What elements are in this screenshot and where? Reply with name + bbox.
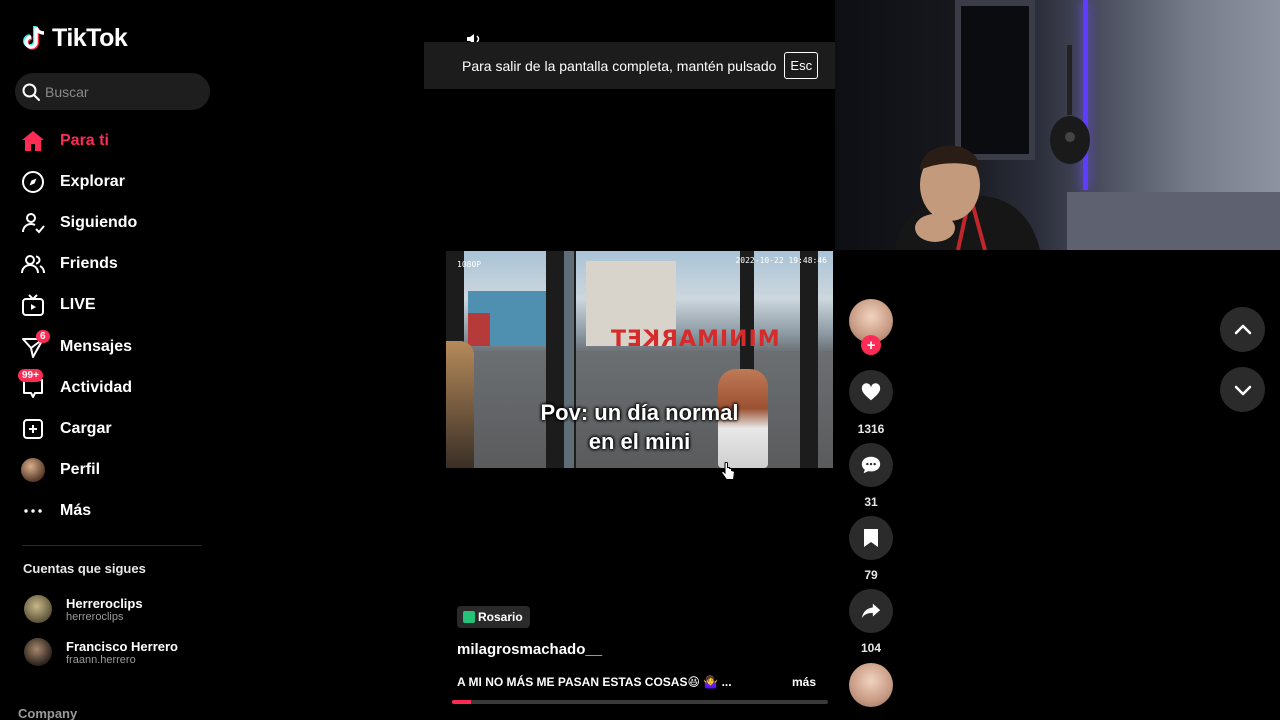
save-count: 79 [864,568,878,582]
search-input[interactable]: Buscar [15,73,210,110]
nav-label: Para ti [60,131,109,149]
share-count: 104 [860,641,882,655]
upload-plus-icon [20,416,46,442]
nav-label: Friends [60,255,118,273]
share-button[interactable] [849,589,893,633]
paper-plane-icon: 6 [20,329,50,360]
video-scene-wall [468,313,490,346]
nav-label: Cargar [60,419,112,437]
bookmark-icon [864,529,878,547]
tiktok-note-icon [23,25,45,50]
following-title: Cuentas que sigues [23,561,146,576]
account-handle: fraann.herrero [66,653,136,666]
followed-account[interactable]: Francisco Herrero fraann.herrero [24,638,178,666]
nav-item-cargar[interactable]: Cargar [20,408,220,449]
like-button[interactable] [849,370,893,414]
share-arrow-icon [861,603,881,619]
location-tag[interactable]: Rosario [457,606,530,628]
account-avatar [24,595,52,623]
nav-label: Mensajes [60,337,133,355]
nav-label: Perfil [60,461,101,479]
location-pin-icon [463,611,475,623]
comment-count: 31 [864,495,878,509]
video-hud-resolution: 1080P [457,260,482,269]
account-handle: herreroclips [66,610,124,623]
account-avatar [24,638,52,666]
follow-button[interactable]: + [861,335,881,355]
video-description: A MI NO MÁS ME PASAN ESTAS COSAS😆 🤷‍♀️ .… [457,675,732,689]
nav-item-mensajes[interactable]: 6 Mensajes [20,326,220,367]
previous-video-button[interactable] [1220,307,1265,352]
location-label: Rosario [478,610,523,624]
nav-item-perfil[interactable]: Perfil [20,450,220,491]
nav-item-explorar[interactable]: Explorar [20,161,220,202]
video-progress-bar[interactable] [452,700,828,704]
more-dots-icon [20,498,46,524]
nav-label: Más [60,502,92,520]
followed-account[interactable]: Herreroclips herreroclips [24,595,143,623]
chevron-down-icon [1234,385,1251,395]
logo-text: TikTok [52,24,128,52]
streamer-image [895,145,1040,250]
webcam-bed [1067,192,1280,250]
video-player[interactable]: MINIMARKET 1080P 2022-10-22 19:48:46 Pov… [446,251,833,468]
chevron-up-icon [1234,324,1251,334]
sidebar: TikTok Buscar Para ti Explorar Siguiendo [0,0,226,720]
see-more-link[interactable]: más [792,675,816,689]
nav-item-mas[interactable]: Más [20,491,220,532]
nav-item-friends[interactable]: Friends [20,244,220,285]
caption-line: Pov: un día normal [540,400,739,425]
save-button[interactable] [849,516,893,560]
caption-line: en el mini [588,429,691,454]
esc-key-hint: Esc [784,52,819,79]
account-name: Herreroclips [66,595,143,611]
nav-item-actividad[interactable]: 99+ Actividad [18,367,220,408]
tiktok-logo[interactable]: TikTok [22,24,128,53]
sidebar-divider [22,545,202,546]
heart-icon [861,383,881,401]
next-video-button[interactable] [1220,367,1265,412]
nav-label: Actividad [60,378,133,396]
nav-label: Explorar [60,172,125,190]
search-placeholder: Buscar [45,83,89,100]
comment-button[interactable] [849,443,893,487]
search-icon [22,83,40,101]
messages-badge: 6 [36,329,50,343]
profile-avatar [20,457,46,483]
live-tv-icon [20,292,46,318]
activity-icon: 99+ [18,368,46,401]
author-username[interactable]: milagrosmachado__ [457,641,602,658]
nav-item-para-ti[interactable]: Para ti [20,120,220,161]
footer-company-link[interactable]: Company [18,706,77,720]
comment-icon [861,456,881,474]
video-hud-timestamp: 2022-10-22 19:48:46 [735,256,827,265]
account-name: Francisco Herrero [66,638,178,654]
user-follow-icon [20,210,46,236]
hand-cursor-icon [720,461,736,490]
main-nav: Para ti Explorar Siguiendo Friends LIVE [18,120,220,532]
compass-icon [20,169,46,195]
nav-item-siguiendo[interactable]: Siguiendo [20,202,220,243]
video-sign-text: MINIMARKET [610,327,780,352]
webcam-overlay [835,0,1280,250]
nav-label: LIVE [60,296,96,314]
fullscreen-banner-text: Para salir de la pantalla completa, mant… [462,57,777,74]
video-progress-fill [452,700,471,704]
fullscreen-exit-banner: Para salir de la pantalla completa, mant… [424,42,835,89]
nav-item-live[interactable]: LIVE [20,285,220,326]
like-count: 1316 [857,422,885,436]
friends-icon [20,251,46,277]
activity-badge: 99+ [18,368,43,382]
home-icon [20,128,46,154]
video-caption: Pov: un día normal en el mini [446,398,833,456]
nav-label: Siguiendo [60,213,138,231]
music-disc-avatar[interactable] [849,663,893,707]
